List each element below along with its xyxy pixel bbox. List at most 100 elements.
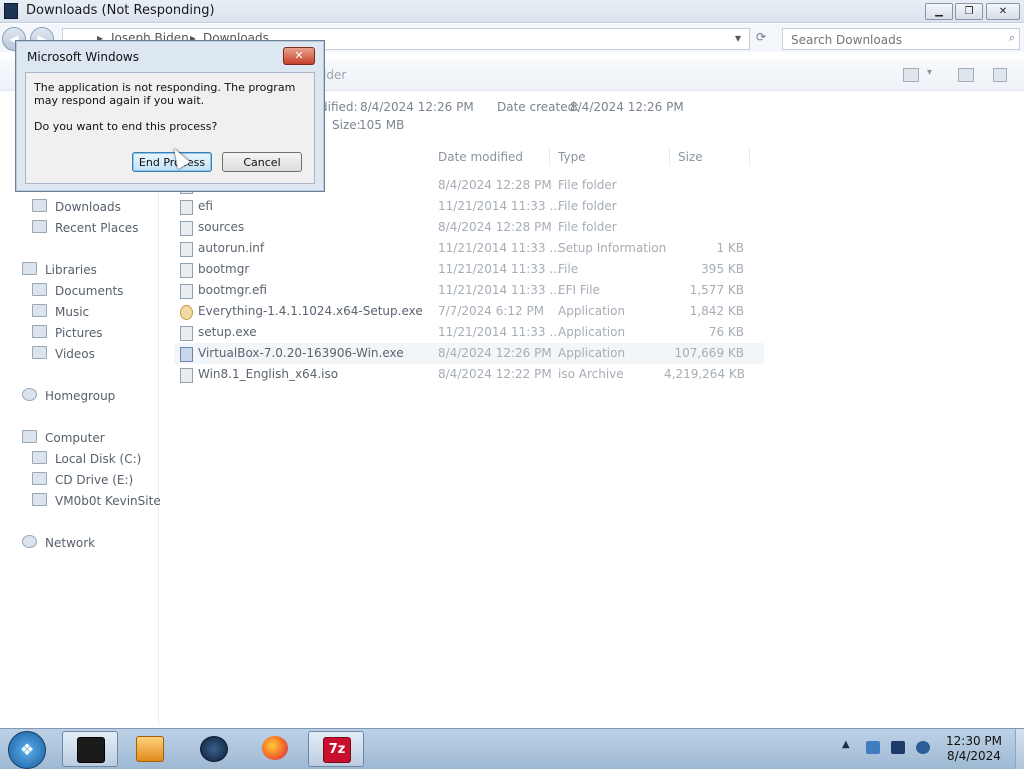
iso-file-icon (180, 368, 193, 383)
magnifier-icon (180, 305, 193, 320)
file-row[interactable]: bootmgr 11/21/2014 11:33 ... File 395 KB (174, 259, 764, 280)
taskbar-media-player[interactable] (122, 731, 176, 765)
column-separator[interactable] (749, 148, 750, 166)
column-size[interactable]: Size (678, 150, 703, 164)
dialog-close-button[interactable]: ✕ (283, 47, 315, 65)
file-row[interactable]: Everything-1.4.1.1024.x64-Setup.exe 7/7/2… (174, 301, 764, 322)
file-row[interactable]: autorun.inf 11/21/2014 11:33 ... Setup Inf… (174, 238, 764, 259)
change-view-icon[interactable] (903, 68, 919, 82)
column-date-modified[interactable]: Date modified (438, 150, 523, 164)
date-created-value: 8/4/2024 12:26 PM (570, 100, 684, 114)
view-dropdown-icon[interactable]: ▾ (927, 67, 932, 78)
nav-homegroup[interactable]: Homegroup (22, 388, 115, 403)
nav-music[interactable]: Music (32, 304, 89, 319)
nav-cd-drive[interactable]: CD Drive (E:) (32, 472, 133, 487)
libraries-icon (22, 262, 37, 275)
column-separator[interactable] (669, 148, 670, 166)
show-desktop-button[interactable] (1015, 729, 1024, 769)
globe-icon (200, 736, 228, 762)
taskbar-firefox[interactable] (248, 731, 302, 765)
minimize-button[interactable]: ▁ (925, 3, 953, 20)
date-modified-label: dified: (320, 100, 358, 114)
documents-icon (32, 283, 47, 296)
navigation-pane: Downloads Recent Places Libraries Docume… (0, 180, 161, 726)
not-responding-dialog: Microsoft Windows ✕ The application is n… (15, 40, 325, 192)
title-bar: Downloads (Not Responding) ▁ ❐ ✕ (0, 0, 1024, 23)
local-disk-icon (32, 451, 47, 464)
nav-local-disk[interactable]: Local Disk (C:) (32, 451, 141, 466)
start-button[interactable]: ❖ (8, 731, 46, 769)
help-icon[interactable] (993, 68, 1007, 82)
taskbar-explorer[interactable] (62, 731, 118, 767)
bluetooth-tray-icon[interactable] (866, 741, 880, 754)
file-row[interactable]: setup.exe 11/21/2014 11:33 ... Application… (174, 322, 764, 343)
maximize-button[interactable]: ❐ (955, 3, 983, 20)
breadcrumb-dropdown-icon[interactable]: ▾ (735, 31, 741, 45)
refresh-icon[interactable]: ⟳ (752, 30, 770, 46)
downloads-folder-icon (32, 199, 47, 212)
recent-places-icon (32, 220, 47, 233)
dialog-body: The application is not responding. The p… (25, 72, 315, 184)
new-folder-button[interactable]: lder (323, 68, 346, 82)
nav-pictures[interactable]: Pictures (32, 325, 103, 340)
column-type[interactable]: Type (558, 150, 586, 164)
size-label: Size: (332, 118, 361, 132)
clock-date: 8/4/2024 (947, 749, 1001, 763)
dialog-message: The application is not responding. The p… (34, 81, 296, 107)
dialog-title: Microsoft Windows (27, 50, 139, 64)
preview-pane-icon[interactable] (958, 68, 974, 82)
folder-icon (180, 221, 193, 236)
nav-network[interactable]: Network (22, 535, 95, 550)
setup-icon (180, 326, 193, 341)
nav-network-share[interactable]: VM0b0t KevinSite (32, 493, 161, 508)
network-icon (22, 535, 37, 548)
file-icon (180, 284, 193, 299)
homegroup-icon (22, 388, 37, 401)
media-player-icon (136, 736, 164, 762)
folder-icon (180, 200, 193, 215)
file-row-selected[interactable]: VirtualBox-7.0.20-163906-Win.exe 8/4/2024… (174, 343, 764, 364)
dialog-question: Do you want to end this process? (34, 120, 218, 133)
size-value: 105 MB (359, 118, 405, 132)
cancel-button[interactable]: Cancel (222, 152, 302, 172)
details-pane: dified: 8/4/2024 12:26 PM Date created: … (320, 96, 740, 136)
virtualbox-icon (180, 347, 193, 362)
nav-videos[interactable]: Videos (32, 346, 95, 361)
network-drive-icon (32, 493, 47, 506)
date-created-label: Date created: (497, 100, 580, 114)
seven-zip-icon: 7z (323, 737, 351, 763)
cd-drive-icon (32, 472, 47, 485)
clock-time: 12:30 PM (946, 734, 1002, 748)
window-title: Downloads (Not Responding) (26, 3, 215, 18)
file-row[interactable]: efi 11/21/2014 11:33 ... File folder (174, 196, 764, 217)
search-icon[interactable]: ⌕ (1009, 31, 1015, 45)
nav-recent-places[interactable]: Recent Places (32, 220, 138, 235)
search-input[interactable] (789, 31, 999, 49)
taskbar-7zip[interactable]: 7z (308, 731, 364, 767)
videos-icon (32, 346, 47, 359)
show-hidden-icons-button[interactable]: ▲ (842, 739, 850, 750)
explorer-app-icon (4, 3, 18, 19)
column-separator[interactable] (549, 148, 550, 166)
computer-icon (22, 430, 37, 443)
file-row[interactable]: Win8.1_English_x64.iso 8/4/2024 12:22 PM i… (174, 364, 764, 385)
nav-libraries[interactable]: Libraries (22, 262, 97, 277)
explorer-window-icon (77, 737, 105, 763)
nav-downloads[interactable]: Downloads (32, 199, 121, 214)
file-icon (180, 263, 193, 278)
taskbar: ❖ 7z ▲ 12:30 PM 8/4/2024 (0, 728, 1024, 769)
taskbar-browser[interactable] (186, 731, 240, 765)
system-clock[interactable]: 12:30 PM 8/4/2024 (944, 734, 1004, 764)
network-tray-icon[interactable] (916, 741, 930, 754)
display-tray-icon[interactable] (891, 741, 905, 754)
date-modified-value: 8/4/2024 12:26 PM (360, 100, 474, 114)
file-row[interactable]: sources 8/4/2024 12:28 PM File folder (174, 217, 764, 238)
search-box[interactable]: ⌕ (782, 28, 1020, 50)
nav-computer[interactable]: Computer (22, 430, 105, 445)
file-row[interactable]: bootmgr.efi 11/21/2014 11:33 ... EFI File 1… (174, 280, 764, 301)
music-icon (32, 304, 47, 317)
close-window-button[interactable]: ✕ (986, 3, 1020, 20)
settings-file-icon (180, 242, 193, 257)
pictures-icon (32, 325, 47, 338)
nav-documents[interactable]: Documents (32, 283, 123, 298)
